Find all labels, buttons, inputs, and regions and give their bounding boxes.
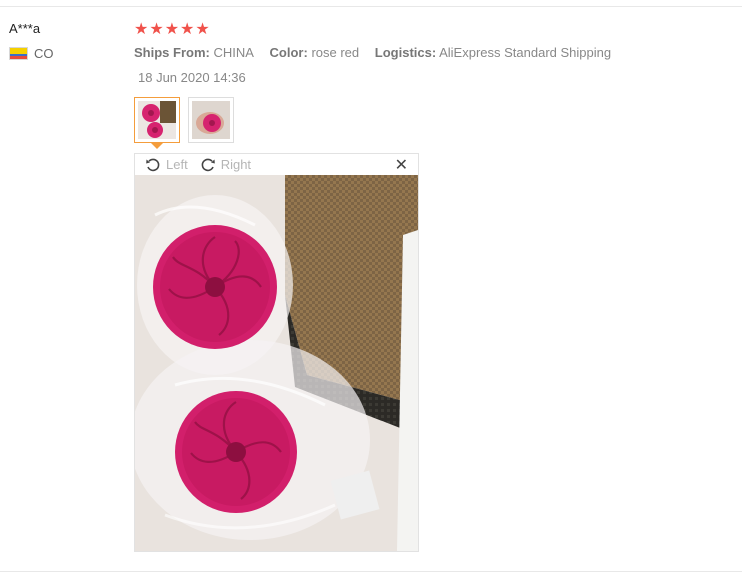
rotate-right-label: Right bbox=[220, 157, 252, 172]
viewer-toolbar: Left Right ✕ bbox=[135, 154, 418, 175]
logistics-label: Logistics: bbox=[374, 45, 437, 60]
review-photo-thumbnail[interactable] bbox=[134, 97, 180, 149]
close-icon[interactable]: ✕ bbox=[395, 155, 408, 175]
order-info: Ships From: CHINA Color: rose red Logist… bbox=[134, 45, 623, 60]
color-value: rose red bbox=[311, 45, 360, 60]
rotate-left-label: Left bbox=[166, 157, 188, 172]
review-thumbnails bbox=[134, 97, 242, 149]
rating-stars: ★ ★ ★ ★ ★ bbox=[134, 21, 211, 39]
star-icon: ★ bbox=[195, 21, 210, 38]
colombia-flag-icon bbox=[9, 47, 28, 60]
country-code: CO bbox=[34, 46, 54, 61]
top-divider bbox=[0, 6, 742, 7]
logistics-value: AliExpress Standard Shipping bbox=[439, 45, 612, 60]
photo-viewer: Left Right ✕ bbox=[134, 153, 419, 552]
rotate-right-button[interactable]: Right bbox=[200, 157, 251, 173]
rotate-left-icon bbox=[146, 158, 160, 171]
star-icon: ★ bbox=[180, 21, 195, 38]
rotate-left-button[interactable]: Left bbox=[145, 157, 188, 173]
star-icon: ★ bbox=[164, 21, 180, 38]
bottom-divider bbox=[0, 571, 742, 572]
color-label: Color: bbox=[269, 45, 308, 60]
rotate-right-icon bbox=[201, 158, 215, 171]
review-date: 18 Jun 2020 14:36 bbox=[138, 70, 246, 85]
reviewer-country: CO bbox=[9, 46, 54, 61]
star-icon: ★ bbox=[134, 21, 149, 38]
ships-from-label: Ships From: bbox=[134, 45, 210, 60]
ships-from-value: CHINA bbox=[213, 45, 254, 60]
reviewer-name: A***a bbox=[9, 21, 41, 36]
star-icon: ★ bbox=[149, 21, 164, 38]
review-photo-thumbnail[interactable] bbox=[188, 97, 234, 143]
review-photo bbox=[135, 175, 418, 551]
